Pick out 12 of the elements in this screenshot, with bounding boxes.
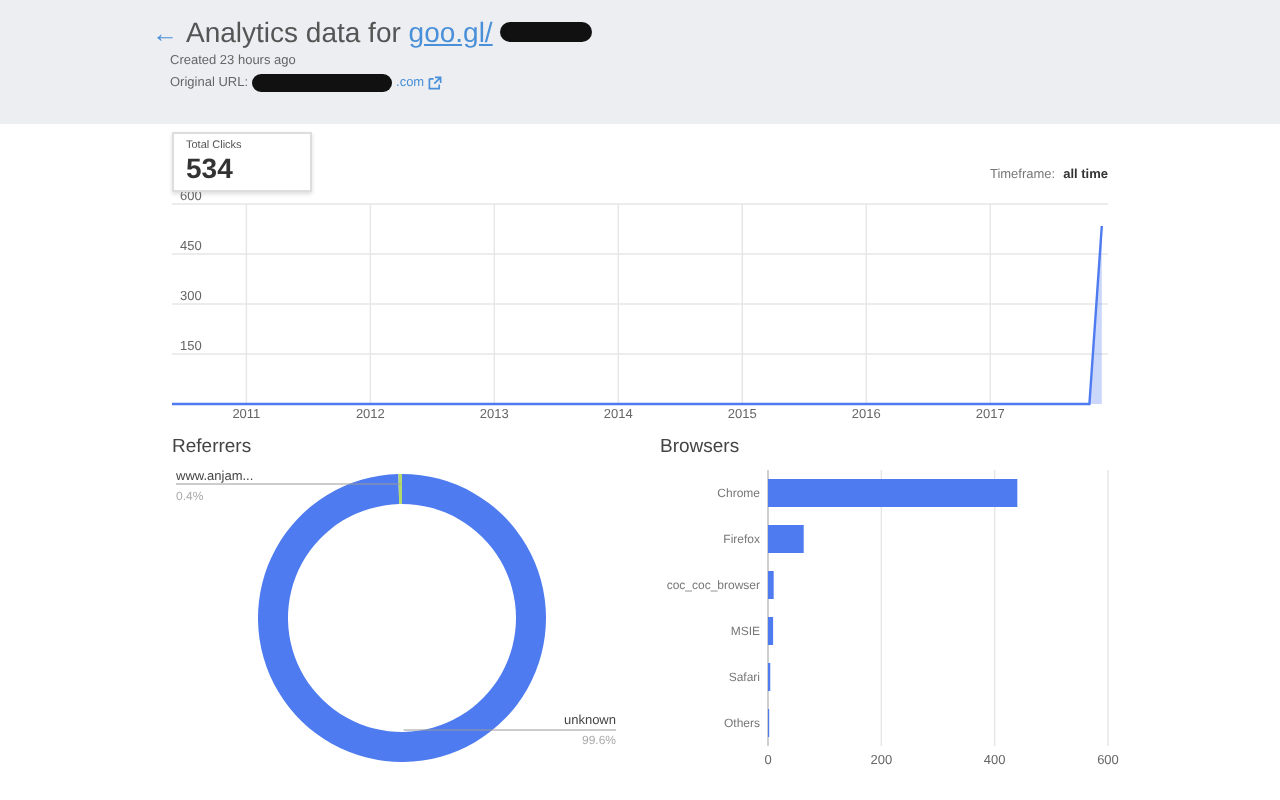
external-link-icon[interactable] <box>428 76 443 90</box>
section-title: Browsers <box>660 436 742 458</box>
redaction-blot <box>500 22 593 42</box>
bar <box>768 617 774 645</box>
page-title: Analytics data for goo.gl/ <box>186 16 493 48</box>
bar <box>768 525 804 553</box>
redaction-blot <box>252 74 393 92</box>
clicks-count: 534 <box>186 152 235 184</box>
section-title: Referrers <box>172 436 254 458</box>
back-button[interactable]: ← <box>152 17 178 47</box>
short-link[interactable]: goo.gl/ <box>408 16 493 48</box>
bar <box>768 571 774 599</box>
